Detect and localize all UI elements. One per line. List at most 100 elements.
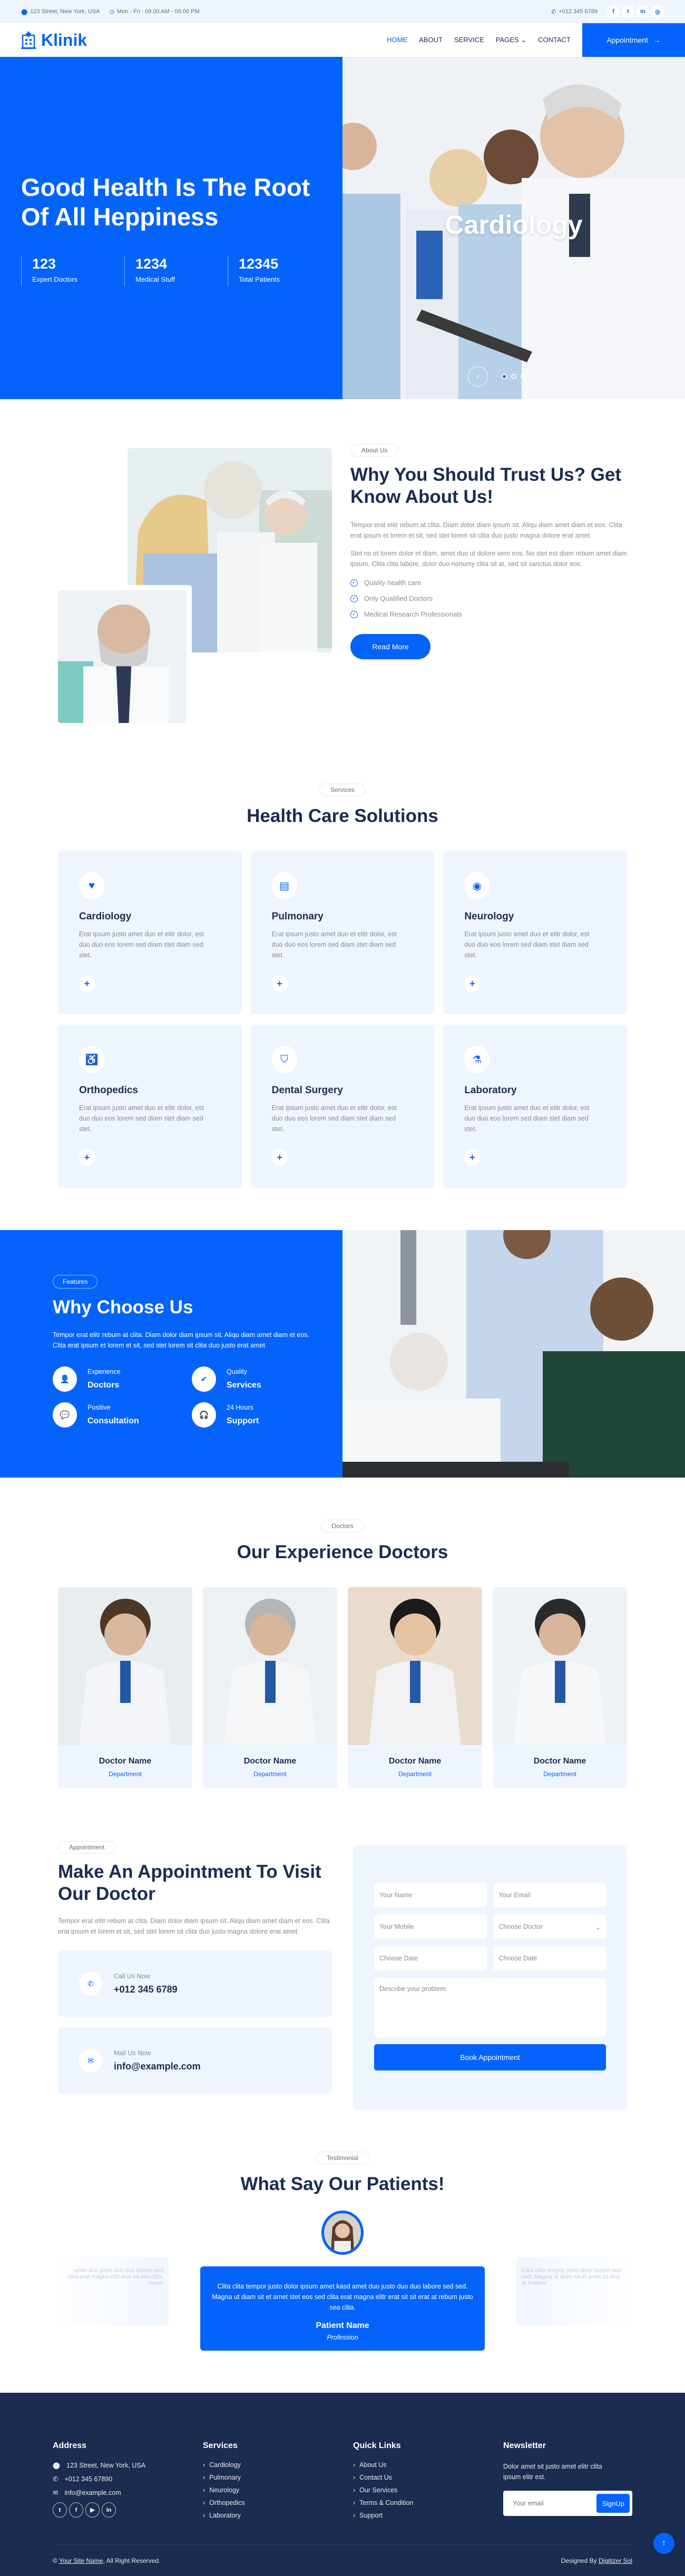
book-appointment-button[interactable]: Book Appointment [374,2044,606,2070]
site-name-link[interactable]: Your Site Name [59,2557,103,2564]
email-input[interactable] [493,1883,606,1907]
nav-pages-dropdown[interactable]: PAGES ⌄ [496,36,526,44]
plus-icon[interactable]: + [79,1149,95,1166]
footer-services-title: Services [203,2441,238,2450]
stat-medical-stuff: 1234 Medical Stuff [124,256,228,286]
feature-item: ✔ Quality Services [192,1366,308,1392]
nav-about[interactable]: ABOUT [419,36,443,44]
footer-quick-link[interactable]: › Support [353,2512,503,2519]
nav-contact[interactable]: CONTACT [538,36,571,44]
service-card-pulmonary[interactable]: ▤ Pulmonary Erat ipsum justo amet duo et… [250,851,435,1014]
doctor-name: Doctor Name [243,1757,297,1766]
doctors-section: Doctors Our Experience Doctors Doctor Na… [0,1478,685,1820]
service-text: Erat ipsum justo amet duo et elitr dolor… [79,930,204,959]
testimonial-prev-card[interactable]: amet duo justo duo duo labore sed clita … [58,2257,169,2325]
topbar-hours: Mon - Fri : 09.00 AM - 09.00 PM [117,8,200,15]
footer-newsletter-title: Newsletter [503,2441,546,2450]
doctor-card[interactable]: Doctor Name Department [493,1587,627,1788]
youtube-icon[interactable]: ▶ [85,2502,100,2518]
facebook-icon[interactable]: f [69,2502,83,2518]
nav-service[interactable]: SERVICE [454,36,484,44]
topbar-address: 123 Street, New York, USA [30,8,100,15]
linkedin-icon[interactable]: in [102,2502,116,2518]
footer-service-link[interactable]: › Pulmonary [203,2474,353,2481]
plus-icon[interactable]: + [271,975,288,992]
footer-service-link[interactable]: › Neurology [203,2486,353,2494]
chevron-right-icon: › [203,2499,206,2506]
carousel-next-button[interactable]: › [540,366,560,387]
envelope-icon: ✉ [53,2489,58,2496]
carousel-dot-1[interactable] [502,374,507,379]
phone-icon: ✆ [551,8,556,15]
doctor-name: Doctor Name [533,1757,586,1766]
check-item: ✓ Medical Research Professionals [350,610,627,618]
feature-item: 💬 Positive Consultation [53,1402,192,1428]
twitter-icon[interactable]: t [622,5,634,18]
doctor-card[interactable]: Doctor Name Department [58,1587,192,1788]
plus-icon[interactable]: + [464,1149,481,1166]
hero-title: Good Health Is The Root Of All Heppiness [21,173,310,231]
plus-icon[interactable]: + [271,1149,288,1166]
footer-service-link[interactable]: › Cardiology [203,2461,353,2469]
service-card-dental-surgery[interactable]: ⛉ Dental Surgery Erat ipsum justo amet d… [250,1025,435,1188]
back-to-top-button[interactable]: ↑ [653,2533,674,2554]
chevron-right-icon: › [353,2512,356,2519]
footer-address-title: Address [53,2441,87,2450]
name-input[interactable] [374,1883,487,1907]
check-circle-icon: ✓ [350,579,358,587]
footer-quick-link[interactable]: › Contact Us [353,2474,503,2481]
linkedin-icon[interactable]: in [637,5,649,18]
service-text: Erat ipsum justo amet duo et elitr dolor… [464,1104,590,1133]
service-text: Erat ipsum justo amet duo et elitr dolor… [79,1104,204,1133]
carousel-dot-2[interactable] [511,374,516,379]
hero-slide-caption: Cardiology [445,210,583,240]
footer-quick-link[interactable]: › About Us [353,2461,503,2469]
doctor-card[interactable]: Doctor Name Department [203,1587,337,1788]
footer-quick-link[interactable]: › Terms & Condition [353,2499,503,2506]
brand-logo[interactable]: Klinik [0,31,87,50]
doctors-pill: Doctors [320,1520,365,1532]
signup-button[interactable]: SignUp [596,2494,630,2513]
read-more-button[interactable]: Read More [350,634,431,659]
instagram-icon[interactable]: ◎ [651,5,664,18]
call-number[interactable]: +012 345 6789 [114,1984,178,1995]
doctor-department: Department [109,1770,142,1778]
service-name: Cardiology [79,911,132,922]
service-card-neurology[interactable]: ◉ Neurology Erat ipsum justo amet duo et… [443,851,627,1014]
footer-service-link[interactable]: › Laboratory [203,2512,353,2519]
check-item: ✓ Quality health care [350,579,627,587]
service-card-laboratory[interactable]: ⚗ Laboratory Erat ipsum justo amet duo e… [443,1025,627,1188]
problem-textarea[interactable] [374,1978,606,2037]
tooth-icon: ⛉ [271,1046,297,1073]
testimonial-next-card[interactable]: Clita clita tempor justo dolor ipsum sed… [516,2257,627,2325]
footer-quick-link[interactable]: › Our Services [353,2486,503,2494]
mobile-input[interactable] [374,1915,487,1939]
carousel-prev-button[interactable]: ‹ [468,366,488,387]
newsletter-email-input[interactable] [513,2500,592,2507]
service-card-orthopedics[interactable]: ♿ Orthopedics Erat ipsum justo amet duo … [58,1025,242,1188]
envelope-open-icon: ✉ [79,2048,102,2073]
phone-icon: ✆ [53,2475,58,2483]
service-card-cardiology[interactable]: ♥ Cardiology Erat ipsum justo amet duo e… [58,851,242,1014]
facebook-icon[interactable]: f [607,5,620,18]
date-input-2[interactable] [493,1946,606,1970]
doctor-photo [58,1587,192,1745]
testimonial-title: What Say Our Patients! [240,2174,445,2194]
designer-link[interactable]: Digitizer Sol [599,2557,632,2564]
doctor-card[interactable]: Doctor Name Department [348,1587,482,1788]
doctor-select[interactable]: Choose Doctor ⌄ [493,1915,606,1939]
stat-total-patients: 12345 Total Patients [228,256,331,286]
date-input-1[interactable] [374,1946,487,1970]
appointment-button[interactable]: Appointment → [582,23,685,57]
carousel-dot-3[interactable] [521,374,526,379]
plus-icon[interactable]: + [464,975,481,992]
navbar: Klinik HOME ABOUT SERVICE PAGES ⌄ CONTAC… [0,23,685,57]
chevron-right-icon: › [203,2474,206,2481]
plus-icon[interactable]: + [79,975,95,992]
check-item: ✓ Only Qualified Doctors [350,595,627,602]
footer-service-link[interactable]: › Orthopedics [203,2499,353,2506]
appointment-title: Make An Appointment To Visit Our Doctor [58,1861,321,1904]
mail-address[interactable]: info@example.com [114,2061,201,2072]
twitter-icon[interactable]: t [53,2502,67,2518]
nav-home[interactable]: HOME [387,36,407,44]
